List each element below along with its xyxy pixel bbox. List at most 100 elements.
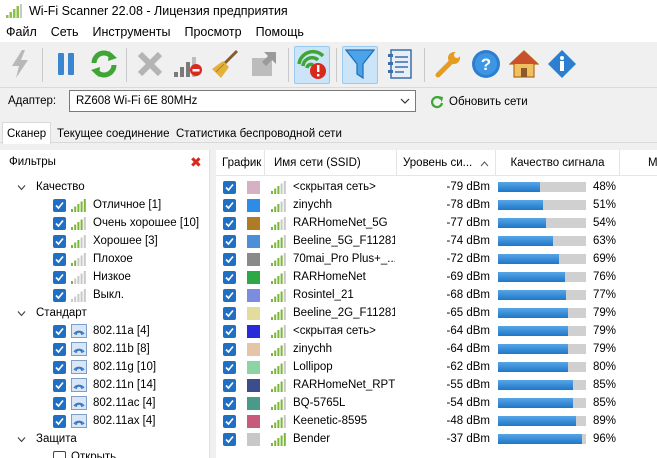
remove-network-button[interactable] <box>170 46 206 84</box>
filter-item[interactable]: 802.11g [10] <box>53 358 156 376</box>
tab-current-connection[interactable]: Текущее соединение <box>53 124 173 143</box>
home-button[interactable] <box>506 46 542 84</box>
menu-help[interactable]: Помощь <box>256 25 304 39</box>
quality-bar-fill <box>498 362 569 372</box>
filter-group[interactable]: Качество <box>16 178 85 196</box>
menu-view[interactable]: Просмотр <box>185 25 242 39</box>
network-row[interactable]: Bender -37 dBm 96% <box>216 430 657 448</box>
graph-checkbox[interactable] <box>223 414 236 428</box>
network-row[interactable]: Lollipop -62 dBm 80% <box>216 358 657 376</box>
graph-checkbox[interactable] <box>223 270 236 284</box>
chevron-down-icon[interactable] <box>16 182 27 193</box>
filter-item[interactable]: Плохое <box>53 250 133 268</box>
chevron-down-icon[interactable] <box>16 308 27 319</box>
graph-checkbox[interactable] <box>223 216 236 230</box>
graph-checkbox[interactable] <box>223 288 236 302</box>
graph-checkbox[interactable] <box>223 360 236 374</box>
menu-tools[interactable]: Инструменты <box>93 25 171 39</box>
graph-checkbox[interactable] <box>223 432 236 446</box>
graph-checkbox[interactable] <box>223 306 236 320</box>
notebook-icon <box>386 48 414 83</box>
filter-checkbox[interactable] <box>53 396 66 410</box>
network-row[interactable]: <скрытая сеть> -64 dBm 79% <box>216 322 657 340</box>
graph-checkbox[interactable] <box>223 180 236 194</box>
filter-item[interactable]: 802.11ax [4] <box>53 412 155 430</box>
network-row[interactable]: zinychh -64 dBm 79% <box>216 340 657 358</box>
menu-network[interactable]: Сеть <box>51 25 79 39</box>
filter-item[interactable]: 802.11b [8] <box>53 340 150 358</box>
tab-wireless-statistics[interactable]: Статистика беспроводной сети <box>172 124 346 143</box>
signal-alert-button[interactable] <box>294 46 330 84</box>
network-row[interactable]: RARHomeNet_RPT -55 dBm 85% <box>216 376 657 394</box>
clean-button[interactable] <box>208 46 244 84</box>
filter-button[interactable] <box>342 46 378 84</box>
graph-checkbox[interactable] <box>223 252 236 266</box>
tab-scanner[interactable]: Сканер <box>2 122 52 144</box>
menu-file[interactable]: Файл <box>6 25 37 39</box>
filter-group-label: Стандарт <box>36 307 87 319</box>
signal-level-cell: -77 dBm <box>446 217 490 229</box>
graph-checkbox[interactable] <box>223 378 236 392</box>
filter-item[interactable]: Очень хорошее [10] <box>53 214 199 232</box>
graph-checkbox[interactable] <box>223 396 236 410</box>
clear-button[interactable] <box>132 46 168 84</box>
network-row[interactable]: RARHomeNet_5G -77 dBm 54% <box>216 214 657 232</box>
filter-checkbox[interactable] <box>53 450 66 458</box>
filter-checkbox[interactable] <box>53 216 66 230</box>
adapter-select[interactable]: RZ608 Wi-Fi 6E 80MHz <box>69 90 416 112</box>
filter-item[interactable]: 802.11n [14] <box>53 376 156 394</box>
filter-checkbox[interactable] <box>53 270 66 284</box>
network-row[interactable]: Beeline_2G_F11281 -65 dBm 79% <box>216 304 657 322</box>
graph-checkbox[interactable] <box>223 198 236 212</box>
start-scan-button[interactable] <box>2 46 38 84</box>
network-row[interactable]: Beeline_5G_F11281 -74 dBm 63% <box>216 232 657 250</box>
column-extra[interactable]: М <box>620 150 657 176</box>
network-grid: График Имя сети (SSID) Уровень си... Кач… <box>216 150 657 458</box>
filter-item[interactable]: Открыть <box>53 448 116 458</box>
filter-checkbox[interactable] <box>53 342 66 356</box>
graph-checkbox[interactable] <box>223 342 236 356</box>
about-button[interactable] <box>544 46 580 84</box>
column-quality[interactable]: Качество сигнала <box>496 150 620 176</box>
filter-checkbox[interactable] <box>53 324 66 338</box>
network-row[interactable]: 70mai_Pro Plus+_... -72 dBm 69% <box>216 250 657 268</box>
help-button[interactable]: ? <box>468 46 504 84</box>
pause-button[interactable] <box>48 46 84 84</box>
filter-checkbox[interactable] <box>53 288 66 302</box>
filter-item[interactable]: Отличное [1] <box>53 196 161 214</box>
network-row[interactable]: RARHomeNet -69 dBm 76% <box>216 268 657 286</box>
export-button[interactable] <box>246 46 282 84</box>
network-row[interactable]: zinychh -78 dBm 51% <box>216 196 657 214</box>
close-icon[interactable]: ✖ <box>190 154 202 171</box>
filter-checkbox[interactable] <box>53 414 66 428</box>
settings-button[interactable] <box>430 46 466 84</box>
network-row[interactable]: Keenetic-8595 -48 dBm 89% <box>216 412 657 430</box>
chevron-down-icon[interactable] <box>16 434 27 445</box>
filter-item[interactable]: Выкл. <box>53 286 124 304</box>
filter-checkbox[interactable] <box>53 378 66 392</box>
filter-item[interactable]: 802.11a [4] <box>53 322 150 340</box>
filter-group[interactable]: Стандарт <box>16 304 87 322</box>
log-button[interactable] <box>382 46 418 84</box>
refresh-button[interactable] <box>86 46 122 84</box>
filter-checkbox[interactable] <box>53 252 66 266</box>
filter-item[interactable]: Низкое <box>53 268 131 286</box>
filter-item[interactable]: Хорошее [3] <box>53 232 158 250</box>
filter-item[interactable]: 802.11ac [4] <box>53 394 155 412</box>
filter-checkbox[interactable] <box>53 234 66 248</box>
refresh-networks-button[interactable]: Обновить сети <box>430 92 528 112</box>
network-row[interactable]: <скрытая сеть> -79 dBm 48% <box>216 178 657 196</box>
network-row[interactable]: BQ-5765L -54 dBm 85% <box>216 394 657 412</box>
filter-checkbox[interactable] <box>53 198 66 212</box>
column-ssid[interactable]: Имя сети (SSID) <box>265 150 397 176</box>
network-row[interactable]: Rosintel_21 -68 dBm 77% <box>216 286 657 304</box>
column-signal-level[interactable]: Уровень си... <box>397 150 496 176</box>
column-graph[interactable]: График <box>216 150 265 176</box>
filter-group[interactable]: Защита <box>16 430 77 448</box>
graph-checkbox[interactable] <box>223 234 236 248</box>
quality-percent: 51% <box>592 199 616 211</box>
ssid-cell: <скрытая сеть> <box>271 178 395 196</box>
ssid-cell: RARHomeNet_RPT <box>271 376 395 394</box>
filter-checkbox[interactable] <box>53 360 66 374</box>
graph-checkbox[interactable] <box>223 324 236 338</box>
